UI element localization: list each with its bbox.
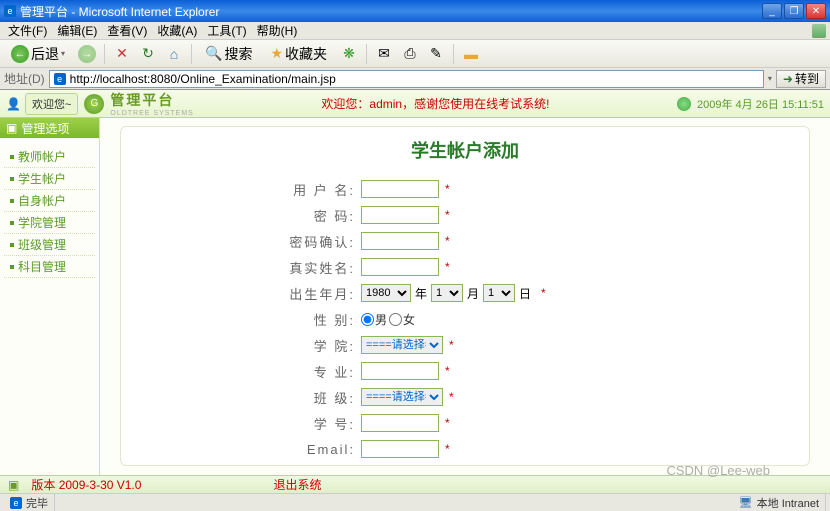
required-star: *	[445, 182, 450, 196]
class-select[interactable]: ====请选择====	[361, 388, 443, 406]
sidebar-title: ▣ 管理选项	[0, 118, 99, 138]
address-label: 地址(D)	[4, 70, 45, 87]
bullet-icon	[10, 265, 14, 269]
gender-female-radio[interactable]	[389, 313, 402, 326]
content-area: 学生帐户添加 用 户 名:* 密 码:* 密码确认:* 真实姓名:* 出生年月:…	[100, 118, 830, 475]
address-dropdown-icon[interactable]: ▾	[768, 74, 772, 83]
label-class: 班 级:	[161, 388, 361, 407]
menu-edit[interactable]: 编辑(E)	[53, 22, 101, 39]
print-button[interactable]: ⎙	[399, 43, 421, 65]
bullet-icon	[10, 221, 14, 225]
major-input[interactable]	[361, 362, 439, 380]
month-select[interactable]: 1	[431, 284, 463, 302]
password-input[interactable]	[361, 206, 439, 224]
username-input[interactable]	[361, 180, 439, 198]
book-icon: ▣	[6, 121, 17, 135]
college-select[interactable]: ====请选择====	[361, 336, 443, 354]
watermark: CSDN @Lee-web	[666, 463, 770, 478]
close-button[interactable]: ✕	[806, 3, 826, 19]
ie-icon: e	[10, 497, 22, 509]
menubar: 文件(F) 编辑(E) 查看(V) 收藏(A) 工具(T) 帮助(H)	[0, 22, 830, 40]
window-title: 管理平台 - Microsoft Internet Explorer	[20, 3, 219, 20]
stuno-input[interactable]	[361, 414, 439, 432]
sidebar-item-class[interactable]: 班级管理	[4, 234, 95, 256]
sidebar-item-subject[interactable]: 科目管理	[4, 256, 95, 278]
bullet-icon	[10, 177, 14, 181]
label-password: 密 码:	[161, 206, 361, 225]
label-college: 学 院:	[161, 336, 361, 355]
menu-file[interactable]: 文件(F)	[4, 22, 51, 39]
refresh-button[interactable]: ↻	[137, 43, 159, 65]
logout-link[interactable]: 退出系统	[273, 476, 321, 493]
sidebar-item-student[interactable]: 学生帐户	[4, 168, 95, 190]
datetime-label: 2009年 4月 26日 15:11:51	[697, 96, 824, 112]
label-birth: 出生年月:	[161, 284, 361, 303]
bullet-icon	[10, 243, 14, 247]
sidebar-item-teacher[interactable]: 教师帐户	[4, 146, 95, 168]
edit-button[interactable]: ✎	[425, 43, 447, 65]
go-button[interactable]: ➜转到	[776, 70, 826, 88]
globe-icon	[677, 97, 691, 111]
user-icon: 👤	[6, 97, 21, 111]
label-gender: 性 别:	[161, 310, 361, 329]
sidebar: ▣ 管理选项 教师帐户 学生帐户 自身帐户 学院管理 班级管理 科目管理	[0, 118, 100, 475]
history-button[interactable]: ❋	[338, 43, 360, 65]
menu-favorites[interactable]: 收藏(A)	[153, 22, 201, 39]
bullet-icon	[10, 155, 14, 159]
day-select[interactable]: 1	[483, 284, 515, 302]
menu-view[interactable]: 查看(V)	[103, 22, 151, 39]
throbber-icon	[812, 24, 826, 38]
label-confirm: 密码确认:	[161, 232, 361, 251]
folder-button[interactable]: ▬	[460, 43, 482, 65]
label-username: 用 户 名:	[161, 180, 361, 199]
form-title: 学生帐户添加	[161, 137, 769, 163]
realname-input[interactable]	[361, 258, 439, 276]
search-button[interactable]: 🔍搜索	[198, 43, 259, 65]
confirm-input[interactable]	[361, 232, 439, 250]
sidebar-item-self[interactable]: 自身帐户	[4, 190, 95, 212]
sidebar-item-college[interactable]: 学院管理	[4, 212, 95, 234]
status-bar: e 完毕 🖥 本地 Intranet	[0, 493, 830, 511]
year-select[interactable]: 1980	[361, 284, 411, 302]
monitor-icon: 🖥	[739, 496, 753, 509]
window-titlebar: e 管理平台 - Microsoft Internet Explorer _ ❐…	[0, 0, 830, 22]
page-icon: e	[54, 73, 66, 85]
label-major: 专 业:	[161, 362, 361, 381]
label-email: Email:	[161, 442, 361, 457]
ie-icon: e	[4, 5, 16, 17]
status-text: 完毕	[26, 495, 48, 511]
stop-button[interactable]: ✕	[111, 43, 133, 65]
welcome-badge: 欢迎您~	[25, 93, 78, 115]
address-input[interactable]: e http://localhost:8080/Online_Examinati…	[49, 70, 764, 88]
forward-button[interactable]: →	[76, 43, 98, 65]
logo-title: 管理平台	[110, 90, 193, 110]
label-realname: 真实姓名:	[161, 258, 361, 277]
book-icon: ▣	[8, 478, 19, 492]
logo-subtitle: OLDTREE SYSTEMS	[110, 110, 193, 117]
home-button[interactable]: ⌂	[163, 43, 185, 65]
email-input[interactable]	[361, 440, 439, 458]
label-stuno: 学 号:	[161, 414, 361, 433]
favorites-button[interactable]: ★收藏夹	[263, 43, 334, 65]
logo-icon: G	[84, 94, 104, 114]
minimize-button[interactable]: _	[762, 3, 782, 19]
mail-button[interactable]: ✉	[373, 43, 395, 65]
bullet-icon	[10, 199, 14, 203]
app-header: 👤 欢迎您~ G 管理平台 OLDTREE SYSTEMS 欢迎您：admin，…	[0, 90, 830, 118]
menu-tools[interactable]: 工具(T)	[203, 22, 250, 39]
maximize-button[interactable]: ❐	[784, 3, 804, 19]
gender-male-radio[interactable]	[361, 313, 374, 326]
toolbar: ←后退▾ → ✕ ↻ ⌂ 🔍搜索 ★收藏夹 ❋ ✉ ⎙ ✎ ▬	[0, 40, 830, 68]
address-bar: 地址(D) e http://localhost:8080/Online_Exa…	[0, 68, 830, 90]
welcome-message: 欢迎您：admin，感谢您使用在线考试系统!	[194, 95, 677, 112]
zone-text: 本地 Intranet	[757, 495, 819, 511]
back-button[interactable]: ←后退▾	[4, 43, 72, 65]
menu-help[interactable]: 帮助(H)	[253, 22, 302, 39]
